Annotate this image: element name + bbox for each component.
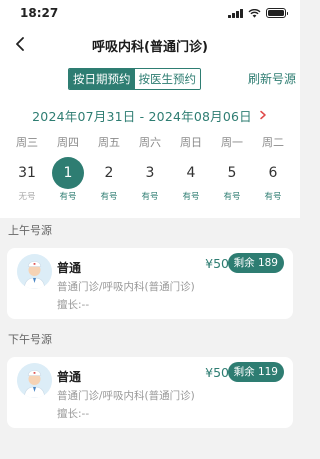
back-button[interactable] [8,32,32,56]
session-label: 下午号源 [8,333,52,346]
status-icons [228,8,288,18]
day-column: 周一 5 有号 [213,134,251,202]
price: ¥50 [205,365,229,380]
date-range-text: 2024年07月31日 - 2024年08月06日 [32,108,252,124]
remaining-badge: 剩余 119 [227,362,284,382]
chevron-left-icon [16,37,24,51]
date-cell[interactable]: 31 无号 [11,157,43,202]
availability-label: 有号 [264,192,282,202]
tab-by-date[interactable]: 按日期预约 [69,69,135,89]
session-list: 上午号源 普通 ¥50 剩余 189 普通门诊/呼吸内科(普通门诊) 擅长:-- 下午号源普… [0,218,300,428]
doctor-avatar-icon [17,363,52,398]
session-section: 上午号源普通 ¥50 剩余 189 普通门诊/呼吸内科(普通门诊) 擅长:-- [0,218,300,319]
speciality-text: 擅长:-- [57,299,90,311]
day-column: 周六 3 有号 [131,134,169,202]
department-text: 普通门诊/呼吸内科(普通门诊) [57,390,195,402]
price: ¥50 [205,256,229,271]
doctor-avatar-icon [17,254,52,289]
nav-bar: 呼吸内科(普通门诊) [0,26,300,64]
weekday-label: 周三 [16,136,38,149]
weekday-label: 周一 [221,136,243,149]
session-label: 上午号源 [8,224,52,237]
date-number: 6 [268,165,278,181]
date-number: 5 [227,165,237,181]
date-range-bar: 2024年07月31日 - 2024年08月06日 [0,94,300,130]
slot-card[interactable]: 普通 ¥50 剩余 119 普通门诊/呼吸内科(普通门诊) 擅长:-- [7,357,293,428]
availability-label: 有号 [59,192,77,202]
weekday-label: 周六 [139,136,161,149]
date-number: 1 [52,157,84,189]
battery-icon [266,8,288,18]
remaining-badge: 剩余 189 [227,253,284,273]
booking-mode-tabs: 按日期预约 按医生预约 [68,68,201,90]
availability-label: 有号 [182,192,200,202]
department-text: 普通门诊/呼吸内科(普通门诊) [57,281,195,293]
availability-label: 有号 [100,192,118,202]
date-cell[interactable]: 2 有号 [93,157,125,202]
date-cell[interactable]: 4 有号 [175,157,207,202]
date-number: 2 [104,165,114,181]
doctor-name: 普通 [57,370,82,384]
date-cell[interactable]: 6 有号 [257,157,289,202]
page-title: 呼吸内科(普通门诊) [92,39,208,55]
header-area: 18:27 呼吸内科(普通门诊) 按日期预约 按医生预约 刷新号源 2024年0… [0,0,300,218]
availability-label: 有号 [141,192,159,202]
date-cell[interactable]: 1 有号 [52,157,84,202]
day-column: 周日 4 有号 [172,134,210,202]
date-number: 3 [145,165,155,181]
week-calendar: 周三 31 无号 周四 1 有号 周五 2 有号 周六 3 有号 周日 4 有号 周一 5 有号 周二 6 有号 [0,134,300,202]
status-bar: 18:27 [0,0,300,26]
slot-card[interactable]: 普通 ¥50 剩余 189 普通门诊/呼吸内科(普通门诊) 擅长:-- [7,248,293,319]
day-column: 周五 2 有号 [90,134,128,202]
wifi-icon [248,8,261,18]
weekday-label: 周五 [98,136,120,149]
availability-label: 有号 [223,192,241,202]
doctor-name: 普通 [57,261,82,275]
weekday-label: 周日 [180,136,202,149]
date-number: 4 [186,165,196,181]
day-column: 周三 31 无号 [8,134,46,202]
date-number: 31 [18,165,36,181]
status-time: 18:27 [20,6,59,20]
weekday-label: 周四 [57,136,79,149]
signal-icon [228,8,243,18]
availability-label: 无号 [18,192,36,202]
session-section: 下午号源普通 ¥50 剩余 119 普通门诊/呼吸内科(普通门诊) 擅长:-- [0,319,300,428]
weekday-label: 周二 [262,136,284,149]
date-cell[interactable]: 5 有号 [216,157,248,202]
day-column: 周四 1 有号 [49,134,87,202]
speciality-text: 擅长:-- [57,408,90,420]
date-cell[interactable]: 3 有号 [134,157,166,202]
tab-by-doctor[interactable]: 按医生预约 [134,69,200,89]
tab-row: 按日期预约 按医生预约 刷新号源 [0,64,300,94]
chevron-right-icon[interactable] [258,110,268,120]
day-column: 周二 6 有号 [254,134,292,202]
refresh-slots-button[interactable]: 刷新号源 [248,70,296,87]
